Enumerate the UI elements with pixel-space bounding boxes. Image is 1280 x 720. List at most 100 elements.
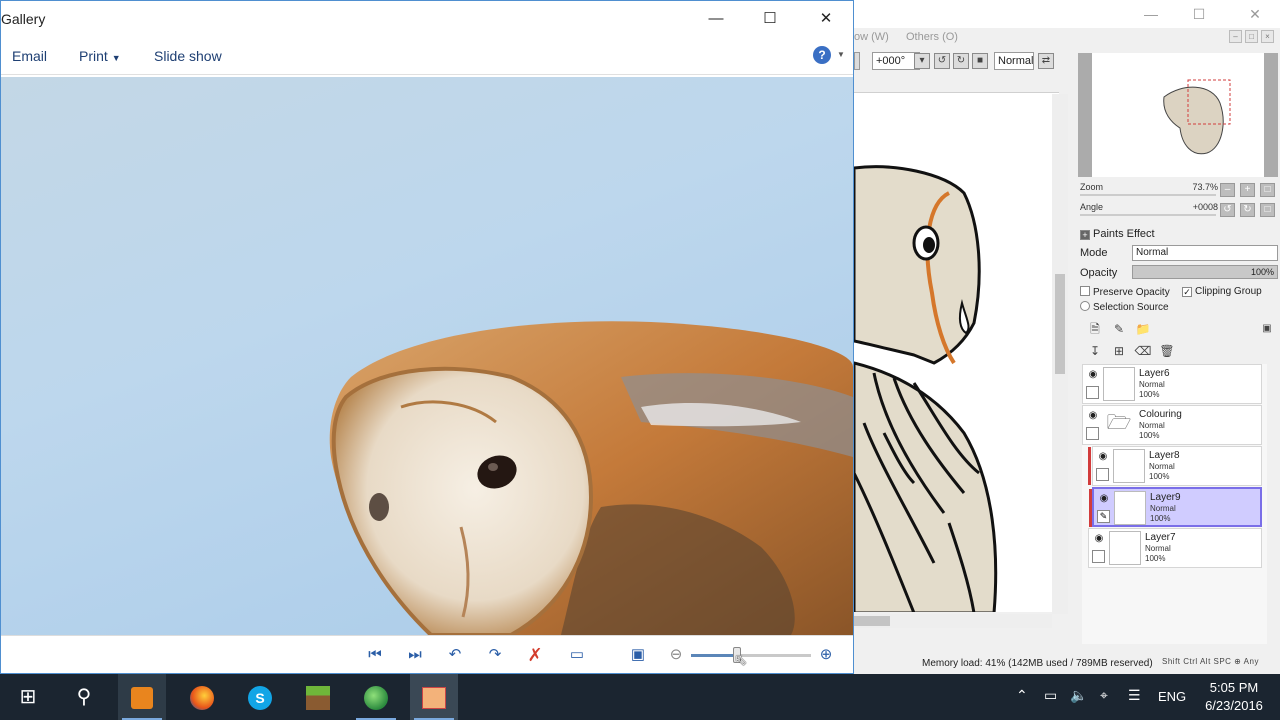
firefox-icon[interactable] (178, 674, 226, 720)
paints-effect-header[interactable]: + Paints Effect (1080, 228, 1280, 246)
sai-minimize-button[interactable]: — (1138, 4, 1164, 24)
clear-layer-icon[interactable]: ⌫ (1134, 342, 1152, 360)
maximize-button[interactable]: ☐ (747, 7, 793, 31)
layer-folder-item[interactable]: ◉ 🗁 Colouring Normal 100% (1082, 405, 1262, 445)
search-icon[interactable]: ⚲ (60, 674, 108, 720)
layer-item[interactable]: ◉ Layer7 Normal 100% (1088, 528, 1262, 568)
visibility-eye-icon[interactable]: ◉ (1086, 409, 1100, 423)
layer-mode: Normal (1149, 462, 1175, 471)
rotate-left-icon[interactable]: ↺ (934, 53, 950, 69)
previous-icon[interactable]: ⏮ (363, 644, 387, 666)
merge-down-icon[interactable]: ↧ (1086, 342, 1104, 360)
preserve-opacity-checkbox[interactable] (1080, 286, 1090, 296)
vertical-scroll-thumb[interactable] (1055, 274, 1065, 374)
menu-others[interactable]: Others (O) (906, 31, 958, 43)
clock-time: 5:05 PM (1209, 680, 1259, 695)
skype-icon[interactable]: S (236, 674, 284, 720)
new-layer-icon[interactable]: 🗎 (1086, 320, 1104, 338)
copy-layer-icon[interactable]: ⊞ (1110, 342, 1128, 360)
rotate-reset-icon[interactable]: □ (1260, 203, 1275, 217)
canvas-vertical-scrollbar[interactable] (1052, 94, 1068, 614)
layer-mode-select[interactable]: Normal (1132, 245, 1278, 261)
sai-maximize-button[interactable]: ☐ (1186, 4, 1212, 24)
rotate-left-icon[interactable]: ↶ (443, 644, 467, 666)
layer-lock-checkbox[interactable] (1086, 386, 1099, 399)
canvas-minimize-button[interactable]: – (1229, 30, 1242, 43)
zoom-out-icon[interactable]: ⊖ (664, 644, 688, 666)
rotate-cw-icon[interactable]: ↻ (1240, 203, 1255, 217)
rotate-right-icon[interactable]: ↻ (953, 53, 969, 69)
system-clock[interactable]: 5:05 PM 6/23/2016 (1190, 679, 1278, 715)
zoom-in-icon[interactable]: ⊕ (814, 644, 838, 666)
clipping-group-option[interactable]: ✓ Clipping Group (1182, 286, 1262, 297)
angle-dropdown-icon[interactable]: ▾ (914, 53, 930, 69)
slideshow-menu-item[interactable]: Slide show (154, 48, 222, 64)
expand-plus-icon[interactable]: + (1080, 230, 1090, 240)
navigator-preview[interactable] (1078, 53, 1278, 177)
print-menu-item[interactable]: Print ▼ (79, 48, 121, 64)
menu-window[interactable]: ow (W) (854, 31, 889, 43)
canvas-horizontal-scrollbar[interactable] (854, 614, 1052, 628)
photo-viewer[interactable] (1, 77, 853, 635)
media-player-icon[interactable] (118, 674, 166, 720)
sai-close-button[interactable]: ✕ (1242, 4, 1268, 24)
angle-track[interactable] (1080, 214, 1216, 216)
new-linework-layer-icon[interactable]: ✎ (1110, 320, 1128, 338)
windows-logo-icon[interactable]: ⊞ (4, 674, 52, 720)
angle-select[interactable]: +000° (872, 52, 920, 70)
visibility-eye-icon[interactable]: ◉ (1086, 368, 1100, 382)
zoom-in-icon[interactable]: + (1240, 183, 1255, 197)
drawing-canvas[interactable] (854, 92, 1059, 612)
horizontal-scroll-thumb[interactable] (854, 616, 890, 626)
zoom-track[interactable] (1080, 194, 1216, 196)
selection-source-radio[interactable] (1080, 301, 1090, 311)
blend-mode-select[interactable]: Normal (994, 52, 1034, 70)
globe-app-icon[interactable] (352, 674, 400, 720)
selected-layer-item[interactable]: ◉ ✎ Layer9 Normal 100% (1089, 487, 1262, 527)
reset-rotation-icon[interactable]: ■ (972, 53, 988, 69)
zoom-fit-icon[interactable]: □ (1260, 183, 1275, 197)
rotate-ccw-icon[interactable]: ↺ (1220, 203, 1235, 217)
new-folder-icon[interactable]: 📁 (1134, 320, 1152, 338)
visibility-eye-icon[interactable]: ◉ (1096, 450, 1110, 464)
slideshow-icon[interactable]: ▭ (565, 644, 589, 666)
canvas-restore-button[interactable]: □ (1245, 30, 1258, 43)
delete-layer-icon[interactable]: 🗑 (1158, 342, 1176, 360)
rotate-right-icon[interactable]: ↷ (483, 644, 507, 666)
opacity-slider[interactable]: 100% (1132, 265, 1278, 279)
close-button[interactable]: ✕ (803, 7, 849, 31)
action-center-icon[interactable]: ☰ (1128, 687, 1141, 704)
zoom-slider[interactable] (691, 647, 811, 663)
brush-layer-icon[interactable]: ✎ (1097, 510, 1110, 523)
next-icon[interactable]: ⏭ (403, 644, 427, 666)
layer-item[interactable]: ◉ Layer8 Normal 100% (1088, 446, 1262, 486)
layer-panel-option-icon[interactable]: ▣ (1258, 320, 1276, 338)
zoom-out-icon[interactable]: – (1220, 183, 1235, 197)
wifi-icon[interactable]: ⌖ (1100, 687, 1108, 704)
flip-icon[interactable]: ⇄ (1038, 53, 1054, 69)
paint-tool-sai-icon[interactable] (410, 674, 458, 720)
layer-name: Colouring (1139, 409, 1182, 420)
canvas-close-button[interactable]: × (1261, 30, 1274, 43)
desktop-screen: — ☐ ✕ ow (W) Others (O) – □ × +000° ▾ ↺ … (0, 0, 1280, 720)
visibility-eye-icon[interactable]: ◉ (1092, 532, 1106, 546)
delete-icon[interactable]: ✗ (523, 644, 547, 666)
email-menu-item[interactable]: Email (12, 48, 47, 64)
minecraft-icon[interactable] (294, 674, 342, 720)
layer-item[interactable]: ◉ Layer6 Normal 100% (1082, 364, 1262, 404)
actual-size-icon[interactable]: ▣ (626, 644, 650, 666)
help-dropdown-icon[interactable]: ▼ (837, 50, 845, 59)
battery-icon[interactable]: ▭ (1044, 687, 1057, 704)
layer-lock-checkbox[interactable] (1096, 468, 1109, 481)
volume-icon[interactable]: 🔈 (1070, 687, 1087, 704)
layer-lock-checkbox[interactable] (1086, 427, 1099, 440)
visibility-eye-icon[interactable]: ◉ (1097, 492, 1111, 506)
layer-lock-checkbox[interactable] (1092, 550, 1105, 563)
layer-opacity: 100% (1139, 390, 1160, 399)
selection-source-row[interactable]: Selection Source (1080, 301, 1280, 319)
clipping-group-checkbox[interactable]: ✓ (1182, 287, 1192, 297)
input-language-indicator[interactable]: ENG (1158, 689, 1186, 704)
show-hidden-icons-icon[interactable]: ⌃ (1016, 687, 1028, 704)
help-icon[interactable]: ? (813, 46, 831, 64)
minimize-button[interactable]: — (693, 7, 739, 31)
